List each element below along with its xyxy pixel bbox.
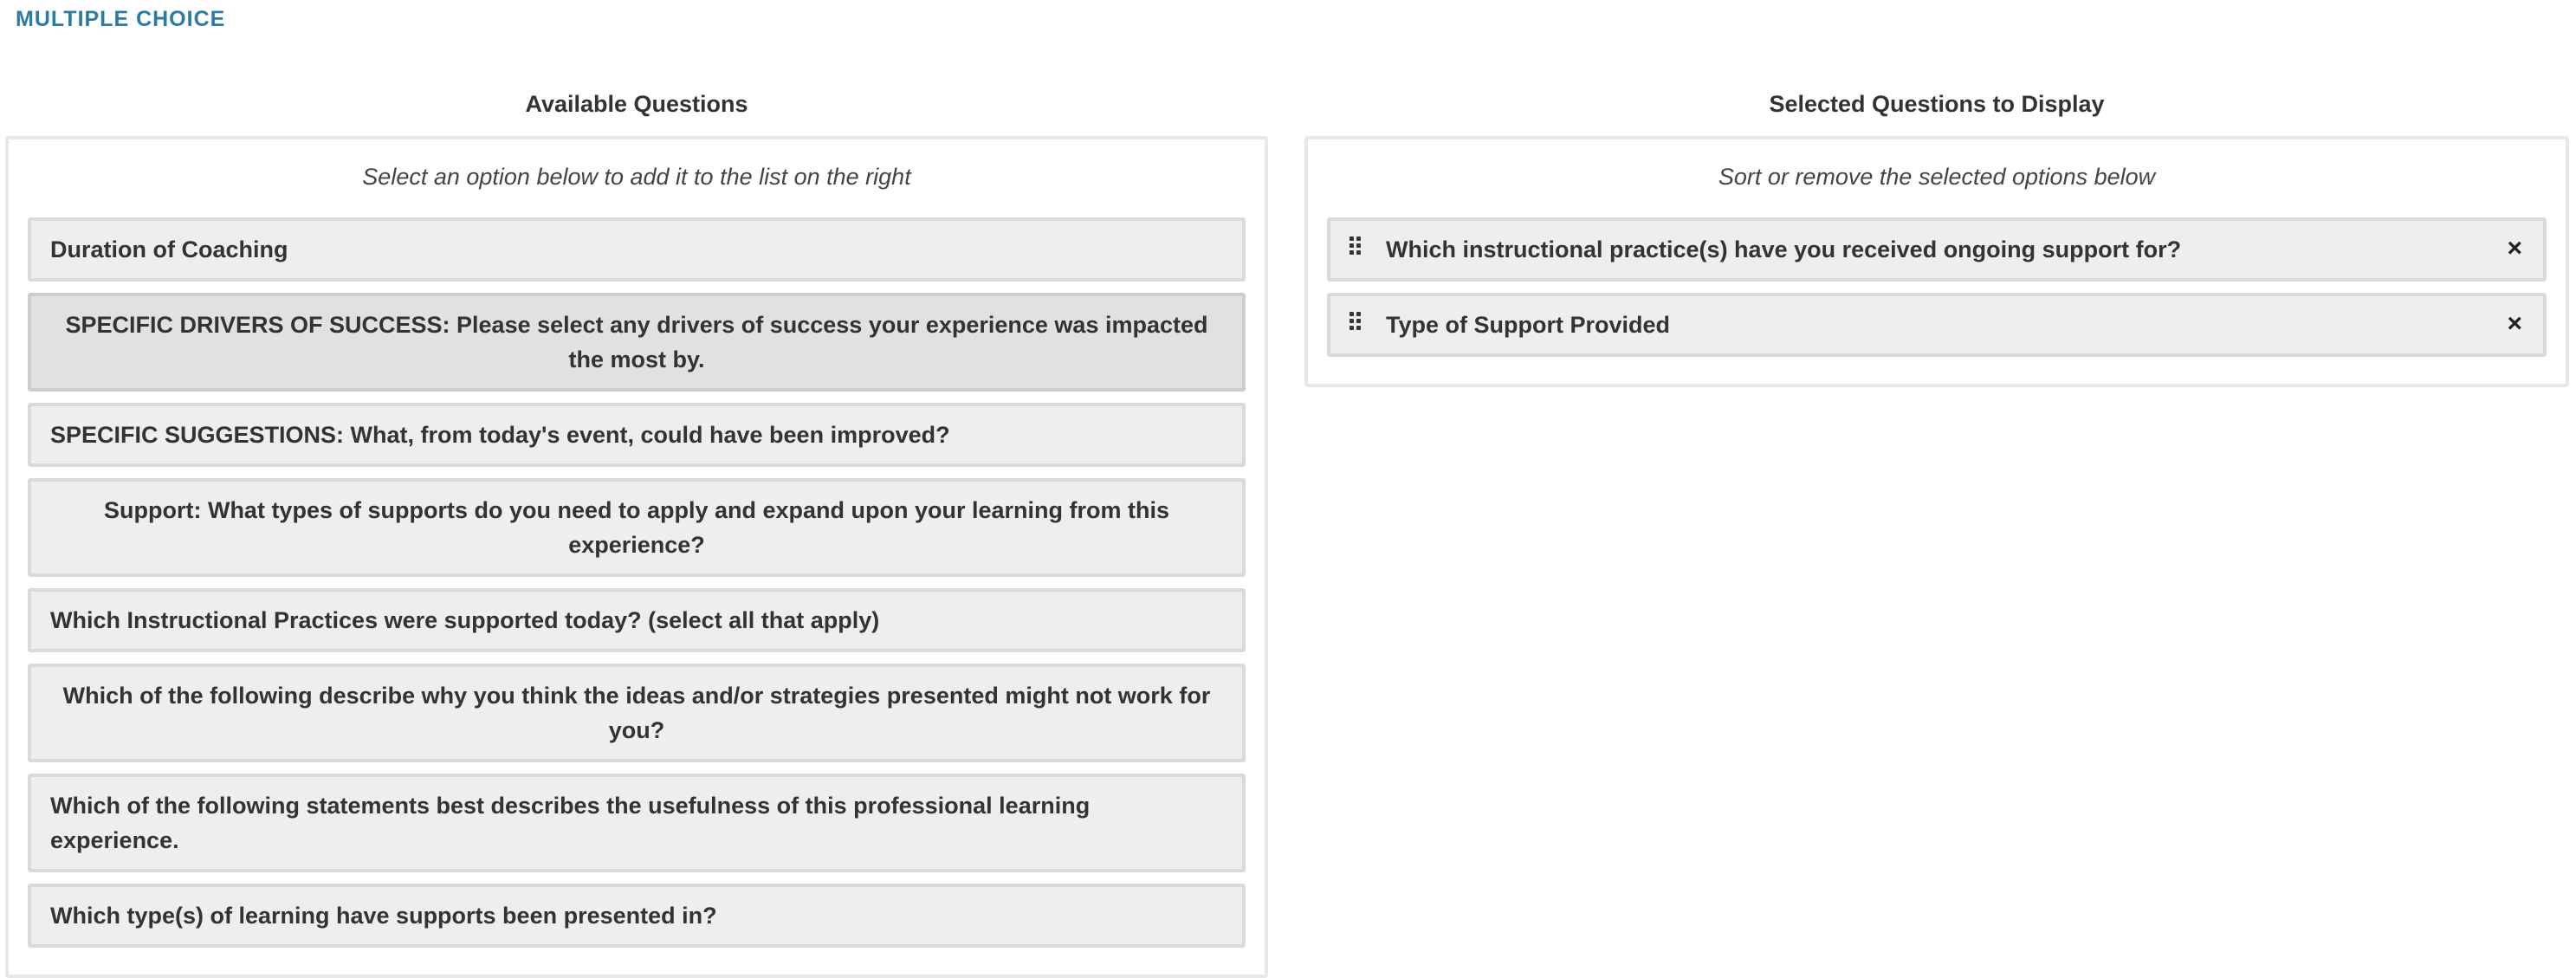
- available-item[interactable]: SPECIFIC SUGGESTIONS: What, from today's…: [28, 403, 1246, 467]
- available-item[interactable]: Which of the following describe why you …: [28, 664, 1246, 762]
- selected-questions-heading: Selected Questions to Display: [1769, 91, 2105, 117]
- available-item[interactable]: Duration of Coaching: [28, 217, 1246, 282]
- available-questions-column: Available Questions Select an option bel…: [5, 85, 1268, 978]
- available-item[interactable]: SPECIFIC DRIVERS OF SUCCESS: Please sele…: [28, 293, 1246, 392]
- available-questions-heading: Available Questions: [525, 91, 748, 117]
- selected-item[interactable]: Which instructional practice(s) have you…: [1327, 217, 2547, 282]
- selected-item-label: Type of Support Provided: [1386, 312, 1671, 338]
- selected-hint: Sort or remove the selected options belo…: [1718, 164, 2156, 190]
- available-hint: Select an option below to add it to the …: [362, 164, 911, 190]
- available-item[interactable]: Which type(s) of learning have supports …: [28, 884, 1246, 948]
- available-item[interactable]: Support: What types of supports do you n…: [28, 478, 1246, 577]
- drag-handle-icon[interactable]: [1349, 236, 1362, 259]
- remove-icon[interactable]: ×: [2507, 307, 2522, 341]
- available-item[interactable]: Which Instructional Practices were suppo…: [28, 588, 1246, 652]
- available-item[interactable]: Which of the following statements best d…: [28, 774, 1246, 872]
- available-questions-panel: Select an option below to add it to the …: [5, 136, 1268, 978]
- selected-questions-panel: Sort or remove the selected options belo…: [1304, 136, 2569, 387]
- selected-questions-column: Selected Questions to Display Sort or re…: [1304, 85, 2569, 387]
- drag-handle-icon[interactable]: [1349, 312, 1362, 334]
- remove-icon[interactable]: ×: [2507, 231, 2522, 266]
- selected-item-label: Which instructional practice(s) have you…: [1386, 236, 2182, 262]
- section-title: MULTIPLE CHOICE: [16, 7, 226, 31]
- selected-item[interactable]: Type of Support Provided ×: [1327, 293, 2547, 357]
